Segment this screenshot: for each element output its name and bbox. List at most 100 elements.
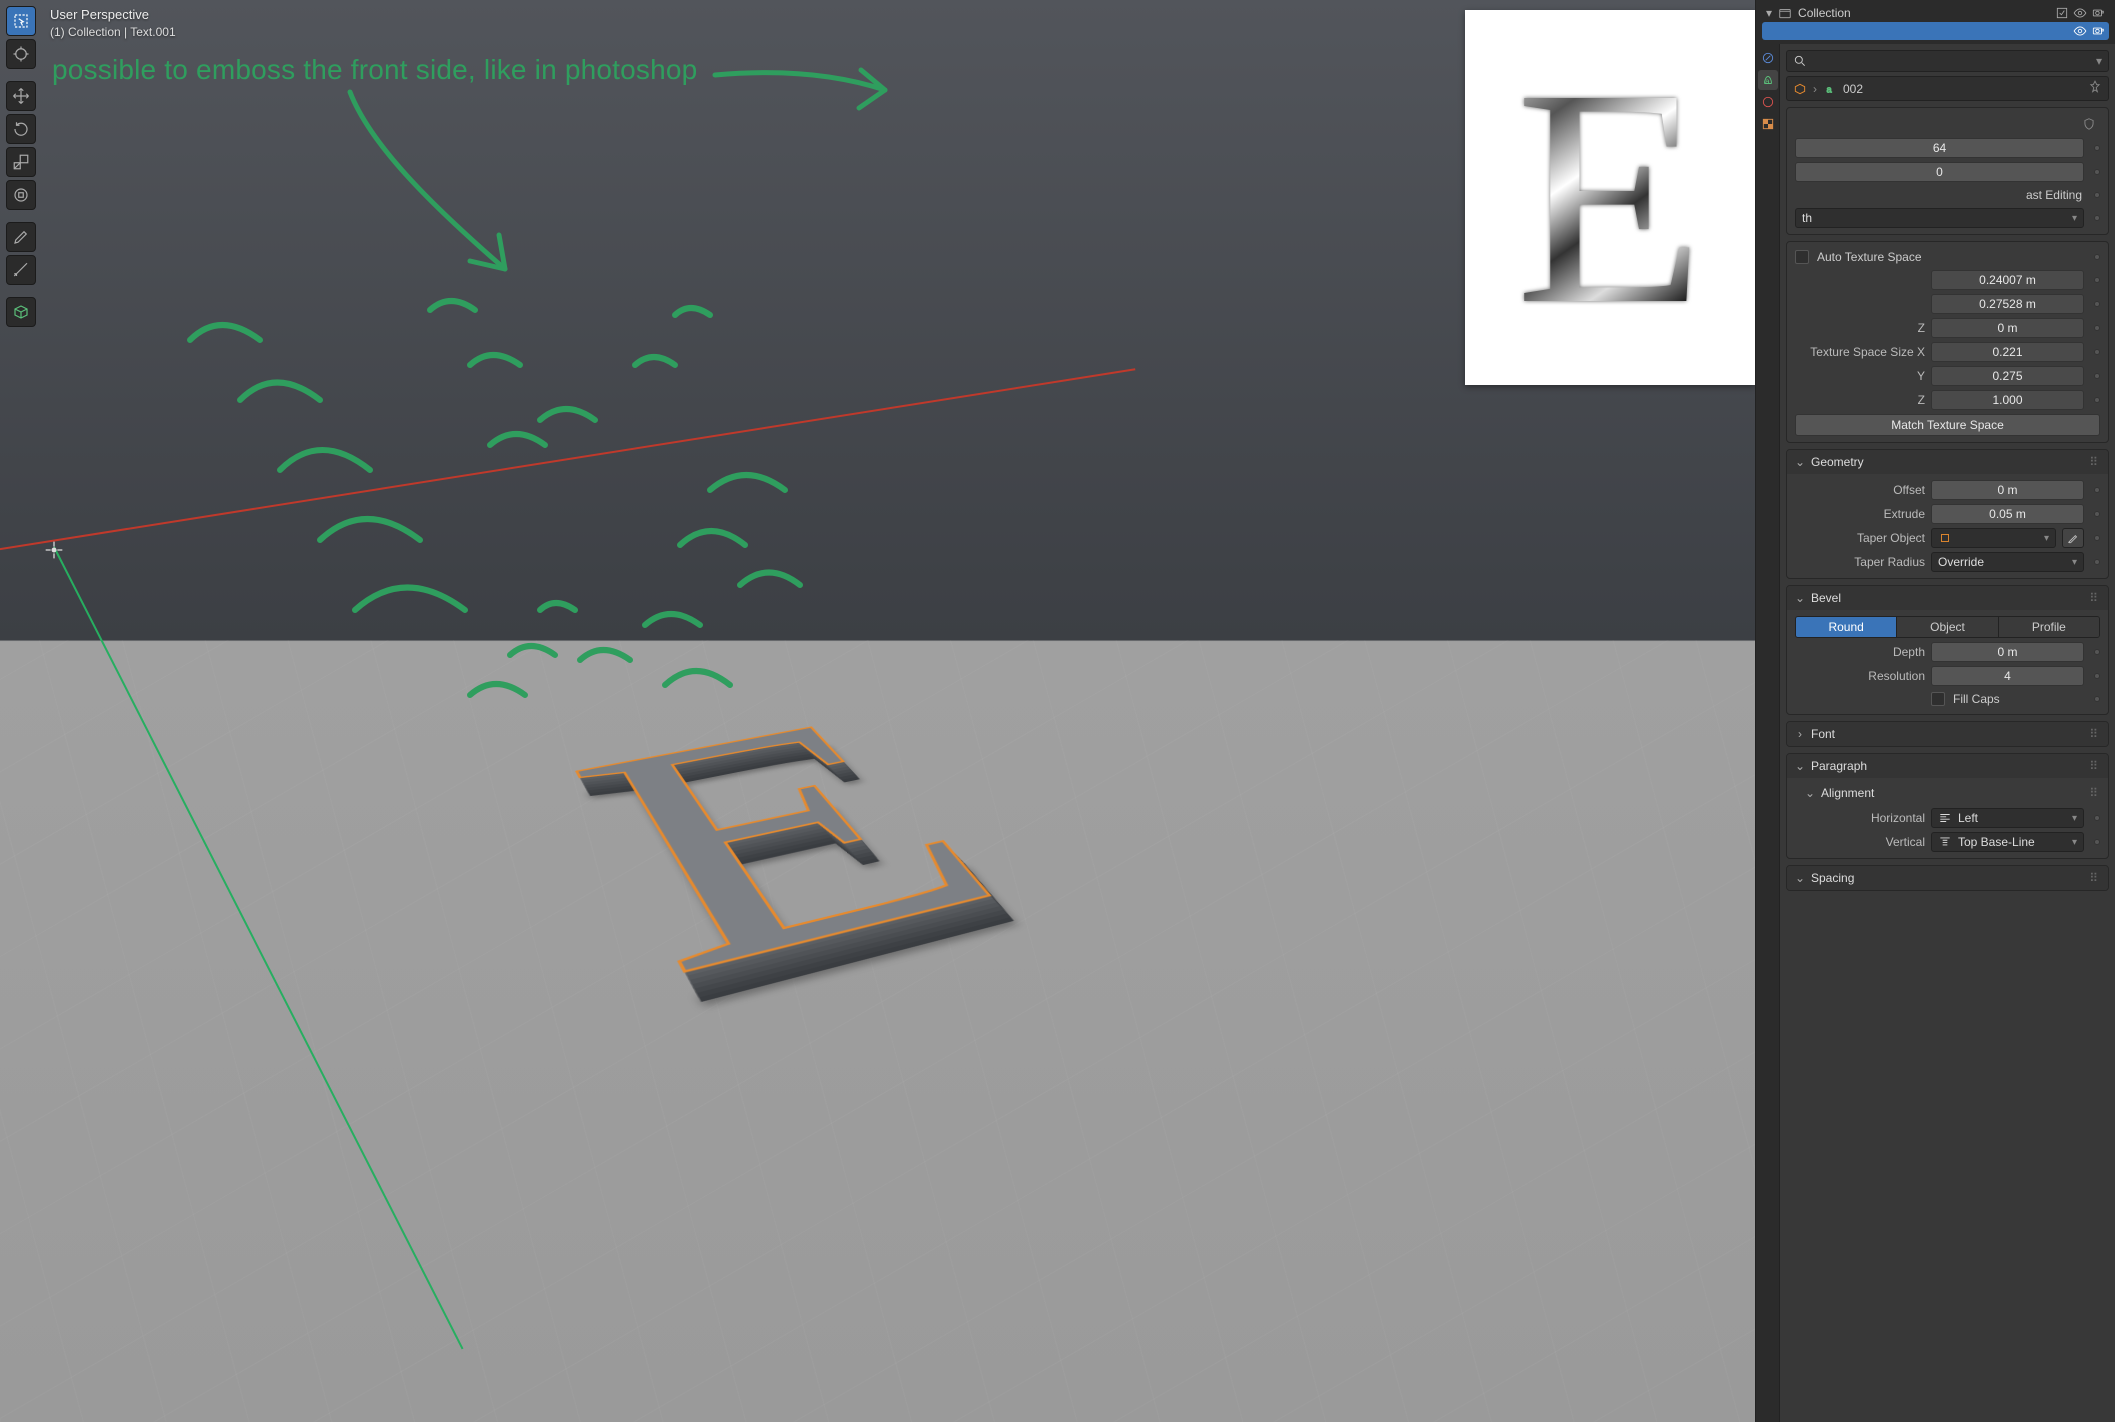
bevel-mode-round[interactable]: Round <box>1796 617 1897 637</box>
taper-object-select[interactable] <box>1931 528 2056 548</box>
viewport-info-line2: (1) Collection | Text.001 <box>50 24 176 41</box>
panel-geometry: ⌄Geometry⠿ Offset0 m Extrude0.05 m Taper… <box>1786 449 2109 579</box>
properties-search[interactable]: ▾ <box>1786 50 2109 72</box>
properties-tab-render[interactable] <box>1758 48 1778 68</box>
bevel-resolution-field[interactable]: 4 <box>1931 666 2084 686</box>
field-reset-dot[interactable] <box>2094 373 2100 379</box>
field-reset-dot[interactable] <box>2094 839 2100 845</box>
tool-annotate[interactable] <box>6 222 36 252</box>
outliner-selected-row[interactable] <box>1762 22 2109 40</box>
viewport-info-overlay: User Perspective (1) Collection | Text.0… <box>50 6 176 41</box>
field-reset-dot[interactable] <box>2094 325 2100 331</box>
resolution-u-field[interactable]: 64 <box>1795 138 2084 158</box>
outliner-visibility-icon[interactable] <box>2073 6 2087 20</box>
field-reset-dot[interactable] <box>2094 349 2100 355</box>
tool-rotate[interactable] <box>6 114 36 144</box>
field-reset-dot[interactable] <box>2094 192 2100 198</box>
reference-image-emboss: E <box>1465 10 1755 385</box>
tool-cursor[interactable] <box>6 39 36 69</box>
align-top-icon <box>1938 835 1952 849</box>
outliner-visibility-icon[interactable] <box>2073 24 2087 38</box>
field-reset-dot[interactable] <box>2094 277 2100 283</box>
texture-location-z[interactable]: 0 m <box>1931 318 2084 338</box>
field-reset-dot[interactable] <box>2094 559 2100 565</box>
texture-location-x[interactable]: 0.24007 m <box>1931 270 2084 290</box>
field-reset-dot[interactable] <box>2094 535 2100 541</box>
collection-icon <box>1778 6 1792 20</box>
properties-panel: ▾ Collection a <box>1755 0 2115 1422</box>
bevel-depth-field[interactable]: 0 m <box>1931 642 2084 662</box>
bevel-mode-object[interactable]: Object <box>1897 617 1998 637</box>
field-reset-dot[interactable] <box>2094 397 2100 403</box>
properties-tab-texture[interactable] <box>1758 114 1778 134</box>
field-reset-dot[interactable] <box>2094 673 2100 679</box>
outliner-checkbox-icon[interactable] <box>2055 6 2069 20</box>
field-reset-dot[interactable] <box>2094 696 2100 702</box>
match-texture-space-button[interactable]: Match Texture Space <box>1795 414 2100 436</box>
align-horizontal-select[interactable]: Left <box>1931 808 2084 828</box>
outliner[interactable]: ▾ Collection <box>1756 0 2115 44</box>
world-origin-gizmo <box>44 540 64 560</box>
field-reset-dot[interactable] <box>2094 215 2100 221</box>
svg-text:a: a <box>1765 77 1770 86</box>
outliner-collection-row[interactable]: ▾ Collection <box>1762 4 2109 22</box>
annotation-arrow-to-model <box>310 84 540 304</box>
panel-font-header[interactable]: ›Font⠿ <box>1787 722 2108 746</box>
field-reset-dot[interactable] <box>2094 487 2100 493</box>
field-reset-dot[interactable] <box>2094 145 2100 151</box>
texture-location-y[interactable]: 0.27528 m <box>1931 294 2084 314</box>
object-breadcrumb[interactable]: › a 002 <box>1786 76 2109 101</box>
tool-measure[interactable] <box>6 255 36 285</box>
field-reset-dot[interactable] <box>2094 169 2100 175</box>
field-reset-dot[interactable] <box>2094 301 2100 307</box>
tool-select-box[interactable] <box>6 6 36 36</box>
auto-texture-space-label: Auto Texture Space <box>1817 250 1922 264</box>
panel-paragraph-header[interactable]: ⌄Paragraph⠿ <box>1787 754 2108 778</box>
object-icon <box>1938 531 1952 545</box>
tool-move[interactable] <box>6 81 36 111</box>
texture-size-x[interactable]: 0.221 <box>1931 342 2084 362</box>
panel-texture-space: Auto Texture Space 0.24007 m 0.27528 m Z… <box>1786 241 2109 443</box>
properties-tab-object-data[interactable]: a <box>1758 70 1778 90</box>
field-reset-dot[interactable] <box>2094 649 2100 655</box>
object-icon <box>1793 82 1807 96</box>
properties-tab-material[interactable] <box>1758 92 1778 112</box>
search-icon <box>1793 54 1807 68</box>
taper-radius-select[interactable]: Override <box>1931 552 2084 572</box>
texture-size-z[interactable]: 1.000 <box>1931 390 2084 410</box>
tool-transform[interactable] <box>6 180 36 210</box>
pin-icon[interactable] <box>2088 80 2102 97</box>
field-reset-dot[interactable] <box>2094 254 2100 260</box>
field-reset-dot[interactable] <box>2094 815 2100 821</box>
outliner-render-icon[interactable] <box>2091 6 2105 20</box>
resolution-v-field[interactable]: 0 <box>1795 162 2084 182</box>
fill-caps-label: Fill Caps <box>1953 692 2000 706</box>
annotation-arrow-to-reference <box>710 60 900 120</box>
panel-bevel-header[interactable]: ⌄Bevel⠿ <box>1787 586 2108 610</box>
field-reset-dot[interactable] <box>2094 511 2100 517</box>
panel-spacing-header[interactable]: ⌄Spacing⠿ <box>1787 866 2108 890</box>
annotation-text: possible to emboss the front side, like … <box>52 54 697 86</box>
properties-body: ▾ › a 002 64 <box>1780 44 2115 1422</box>
panel-geometry-header[interactable]: ⌄Geometry⠿ <box>1787 450 2108 474</box>
shield-icon <box>2078 114 2100 134</box>
eyedropper-button[interactable] <box>2062 528 2084 548</box>
viewport-info-line1: User Perspective <box>50 6 176 24</box>
fill-caps-checkbox[interactable] <box>1931 692 1945 706</box>
align-vertical-select[interactable]: Top Base-Line <box>1931 832 2084 852</box>
geometry-offset-field[interactable]: 0 m <box>1931 480 2084 500</box>
panel-alignment-header[interactable]: ⌄Alignment⠿ <box>1795 784 2100 804</box>
tool-scale[interactable] <box>6 147 36 177</box>
panel-paragraph: ⌄Paragraph⠿ ⌄Alignment⠿ Horizontal Left <box>1786 753 2109 859</box>
tool-add-cube[interactable] <box>6 297 36 327</box>
panel-font: ›Font⠿ <box>1786 721 2109 747</box>
geometry-extrude-field[interactable]: 0.05 m <box>1931 504 2084 524</box>
outliner-render-icon[interactable] <box>2091 24 2105 38</box>
bevel-mode-profile[interactable]: Profile <box>1999 617 2099 637</box>
properties-tab-strip: a <box>1756 44 1780 1422</box>
fill-mode-select[interactable]: th <box>1795 208 2084 228</box>
auto-texture-space-checkbox[interactable] <box>1795 250 1809 264</box>
texture-size-y[interactable]: 0.275 <box>1931 366 2084 386</box>
viewport-3d[interactable]: User Perspective (1) Collection | Text.0… <box>0 0 1755 1422</box>
panel-spacing: ⌄Spacing⠿ <box>1786 865 2109 891</box>
